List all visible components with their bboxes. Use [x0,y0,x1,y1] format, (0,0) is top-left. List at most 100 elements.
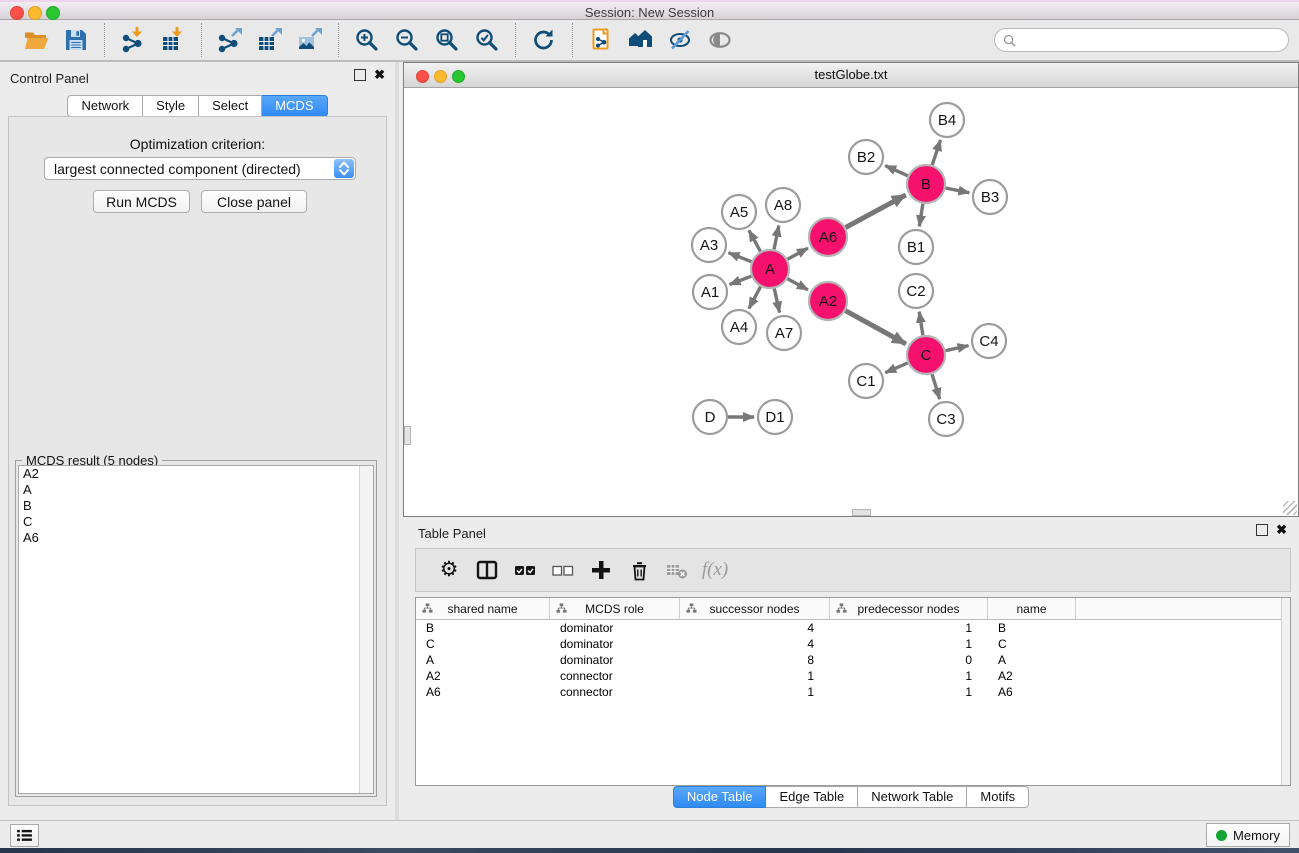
zoom-selected-icon[interactable] [474,27,500,53]
graph-node-B3[interactable]: B3 [973,180,1007,214]
table-row-B[interactable]: Bdominator41B [416,620,1290,636]
edge-B-B4[interactable] [932,140,940,165]
save-session-icon[interactable] [63,27,89,53]
tab-edge-table[interactable]: Edge Table [766,786,858,808]
graph-node-B[interactable]: B [907,165,945,203]
search-input[interactable] [1021,30,1288,50]
edge-A-A3[interactable] [729,253,752,262]
edge-A-A5[interactable] [749,230,760,251]
edge-A-A4[interactable] [749,287,761,309]
edge-A2-C[interactable] [846,311,906,344]
edge-A-A7[interactable] [774,289,779,313]
tab-mcds[interactable]: MCDS [262,95,327,117]
tab-motifs[interactable]: Motifs [967,786,1029,808]
edge-A6-B[interactable] [846,195,906,228]
edge-B-B2[interactable] [885,166,908,176]
column-header-successor-nodes[interactable]: successor nodes [680,598,830,619]
export-image-icon[interactable] [297,27,323,53]
result-list-scrollbar[interactable] [359,466,373,793]
network-canvas[interactable]: A A1 A2 A3 A4 A5 A6 A7 A8 B B1 B2 B3 B4 C C1 C2 C3 C4 D D1 [404,88,1298,516]
close-panel-icon[interactable]: ✖ [374,70,385,80]
run-mcds-button[interactable]: Run MCDS [93,190,190,213]
hide-selected-icon[interactable] [668,27,694,53]
column-header-name[interactable]: name [988,598,1076,619]
float-panel-icon[interactable] [354,69,366,81]
memory-button[interactable]: Memory [1206,823,1290,847]
column-header-MCDS-role[interactable]: MCDS role [550,598,680,619]
edge-C-C2[interactable] [919,312,923,336]
mcds-result-item[interactable]: A [19,482,373,498]
graph-node-A3[interactable]: A3 [692,228,726,262]
table-row-A[interactable]: Adominator80A [416,652,1290,668]
graph-node-B4[interactable]: B4 [930,103,964,137]
show-all-icon[interactable] [708,27,734,53]
column-visibility-icon[interactable] [474,557,500,583]
edge-A-A1[interactable] [730,276,752,284]
edge-A-A8[interactable] [774,226,779,250]
graph-node-A8[interactable]: A8 [766,188,800,222]
graph-node-A4[interactable]: A4 [722,310,756,344]
table-row-C[interactable]: Cdominator41C [416,636,1290,652]
zoom-fit-icon[interactable] [434,27,460,53]
mcds-result-item[interactable]: A6 [19,530,373,546]
graph-node-C1[interactable]: C1 [849,364,883,398]
import-table-icon[interactable] [160,27,186,53]
graph-node-A5[interactable]: A5 [722,195,756,229]
zoom-out-icon[interactable] [394,27,420,53]
tab-network-table[interactable]: Network Table [858,786,967,808]
float-table-panel-icon[interactable] [1256,524,1268,536]
graph-node-D1[interactable]: D1 [758,400,792,434]
export-network-icon[interactable] [217,27,243,53]
search-box[interactable] [994,28,1289,52]
edge-C-C3[interactable] [932,374,940,399]
splitter-handle-vertical[interactable] [404,426,411,445]
graph-node-B1[interactable]: B1 [899,230,933,264]
tab-select[interactable]: Select [199,95,262,117]
splitter-handle-horizontal[interactable] [852,509,871,516]
graph-node-A[interactable]: A [751,250,789,288]
tab-network[interactable]: Network [67,95,143,117]
graph-node-A2[interactable]: A2 [809,282,847,320]
graph-node-A7[interactable]: A7 [767,316,801,350]
first-neighbors-icon[interactable] [628,27,654,53]
task-history-button[interactable] [10,824,39,847]
resize-grip-icon[interactable] [1283,501,1297,515]
mcds-result-item[interactable]: A2 [19,466,373,482]
mcds-result-item[interactable]: B [19,498,373,514]
mcds-result-item[interactable]: C [19,514,373,530]
export-table-icon[interactable] [257,27,283,53]
edge-C-C4[interactable] [946,346,969,351]
zoom-in-icon[interactable] [354,27,380,53]
new-network-from-selection-icon[interactable] [588,27,614,53]
tab-style[interactable]: Style [143,95,199,117]
edge-A-A2[interactable] [788,279,808,290]
delete-column-icon[interactable] [626,557,652,583]
column-header-shared-name[interactable]: shared name [416,598,550,619]
graph-node-D[interactable]: D [693,400,727,434]
edge-B-B1[interactable] [919,204,923,227]
graph-node-B2[interactable]: B2 [849,140,883,174]
table-row-A2[interactable]: A2connector11A2 [416,668,1290,684]
column-header-predecessor-nodes[interactable]: predecessor nodes [830,598,988,619]
graph-node-C2[interactable]: C2 [899,274,933,308]
table-scrollbar[interactable] [1281,598,1290,785]
deselect-all-columns-icon[interactable] [550,557,576,583]
open-file-icon[interactable] [23,27,49,53]
table-row-A6[interactable]: A6connector11A6 [416,684,1290,700]
select-all-columns-icon[interactable] [512,557,538,583]
edge-C-C1[interactable] [885,363,907,373]
graph-node-A1[interactable]: A1 [693,275,727,309]
refresh-view-icon[interactable] [531,27,557,53]
import-network-icon[interactable] [120,27,146,53]
attribute-settings-icon[interactable]: ⚙ [436,557,462,583]
tab-node-table[interactable]: Node Table [673,786,767,808]
graph-node-C[interactable]: C [907,336,945,374]
criterion-dropdown[interactable]: largest connected component (directed) [44,157,356,180]
graph-node-C3[interactable]: C3 [929,402,963,436]
add-column-icon[interactable] [588,557,614,583]
graph-node-A6[interactable]: A6 [809,218,847,256]
graph-node-C4[interactable]: C4 [972,324,1006,358]
close-table-panel-icon[interactable]: ✖ [1276,525,1287,535]
edge-B-B3[interactable] [946,188,970,193]
close-panel-button[interactable]: Close panel [201,190,307,213]
